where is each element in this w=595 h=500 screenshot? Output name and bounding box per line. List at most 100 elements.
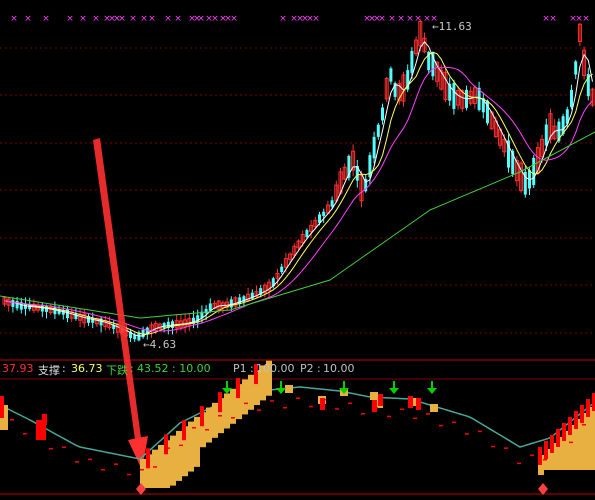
histogram-gold [170,435,176,486]
signal-marker: × [312,14,320,24]
signal-marker: × [24,14,32,24]
histogram-gold [242,379,248,415]
histogram-tick [296,397,300,399]
histogram-tick [114,463,118,465]
signal-marker: × [397,14,405,24]
histogram-gold [158,444,164,488]
signal-marker: × [582,14,590,24]
down-label: 下跌 [106,364,128,377]
oscillator-panel [0,360,595,495]
histogram-tick [62,446,66,448]
candle-down [11,299,15,307]
histogram-tick [348,402,352,405]
histogram-tick [270,400,274,402]
signal-marker: × [129,14,137,24]
annotation-arrow [93,138,148,470]
histogram-red [218,392,222,413]
signal-marker: × [118,14,126,24]
p1-label: P1 [233,362,247,375]
histogram-tick [335,408,339,410]
histogram-red [574,411,578,429]
histogram-tick [231,417,235,419]
histogram-tick [439,424,443,427]
candle-down [24,303,27,309]
histogram-red [146,448,150,469]
histogram-gold [248,374,254,410]
signal-marker: × [230,14,238,24]
indicator-value: 37.93 [2,362,34,375]
buy-diamond [538,483,548,495]
histogram-red [164,434,168,455]
moving-averages [0,41,595,337]
ma-green-line [0,131,595,319]
histogram-red [378,394,383,406]
histogram-red [372,400,377,412]
sell-arrow-icon [427,388,437,394]
histogram-tick [218,415,222,417]
histogram-gold [230,388,236,424]
candle-down [376,124,380,137]
histogram-tick [36,433,40,435]
histogram-tick [257,409,261,411]
signal-marker: × [42,14,50,24]
histogram-red [182,420,186,441]
p2-value: 10.00 [323,362,355,375]
histogram-tick [322,399,326,401]
histogram-gold [176,430,182,481]
signal-marker: × [378,14,386,24]
histogram-tick [166,447,170,449]
candle-down [15,301,19,309]
histogram-tick [556,443,560,445]
candle-down [229,299,233,308]
histogram-red [236,378,240,399]
signal-marker: × [174,14,182,24]
histogram-tick [465,433,469,435]
histogram-tick [127,473,131,476]
indicator-info-bar: 37.93 支撑 : 36.73 下跌 : 43.52 : 10.00 P1 :… [2,362,355,377]
histogram-red [0,396,4,418]
candle-down [381,107,384,121]
signal-marker: × [79,14,87,24]
signal-marker: × [148,14,156,24]
signal-marker: × [211,14,219,24]
p1-value: 100.00 [256,362,295,375]
histogram-tick [387,415,391,418]
stock-chart[interactable]: × × × × × × ×××× × × × × × ××× ×× ××× × ××××× ×××× × × × × × × ×… [0,0,595,500]
high-price-label: ←11.63 [432,20,472,33]
histogram-tick [400,408,404,410]
sell-arrow-icon [389,388,399,394]
candle-down [330,200,334,207]
low-price-label: ←4.63 [143,338,177,351]
candle-down [570,89,573,108]
histogram-tick [140,469,144,471]
histogram-tick [543,459,547,461]
candle-down [532,157,536,186]
histogram-tick [75,461,79,463]
p2-label: P2 [300,362,314,375]
histogram-tick [49,447,53,450]
signal-marker: × [388,14,396,24]
histogram-tick [101,469,105,471]
candle-down [544,124,548,146]
histogram-tick [530,454,534,457]
candle-down [410,50,414,73]
arrow-shaft [93,138,143,454]
signal-marker: × [10,14,18,24]
signal-marker: × [164,14,172,24]
histogram-tick [361,413,365,415]
histogram-tick [413,417,417,420]
candle-down [372,136,376,159]
histogram-tick [244,402,248,405]
histogram-tick [504,447,508,449]
signal-marker: × [140,14,148,24]
histogram-tick [283,407,287,409]
signal-markers: × × × × × × ×××× × × × × × ××× ×× ××× × ××××× ×××× × × × × × × ×… [10,14,590,24]
histogram-gold [224,393,230,429]
histogram-gold [206,407,212,443]
histogram-gold [285,385,293,393]
histogram-red [562,423,566,441]
histogram-red [580,405,584,423]
ma-white-line [4,41,593,337]
down-value: 43.52 : 10.00 [137,362,211,375]
signal-marker: × [406,14,414,24]
